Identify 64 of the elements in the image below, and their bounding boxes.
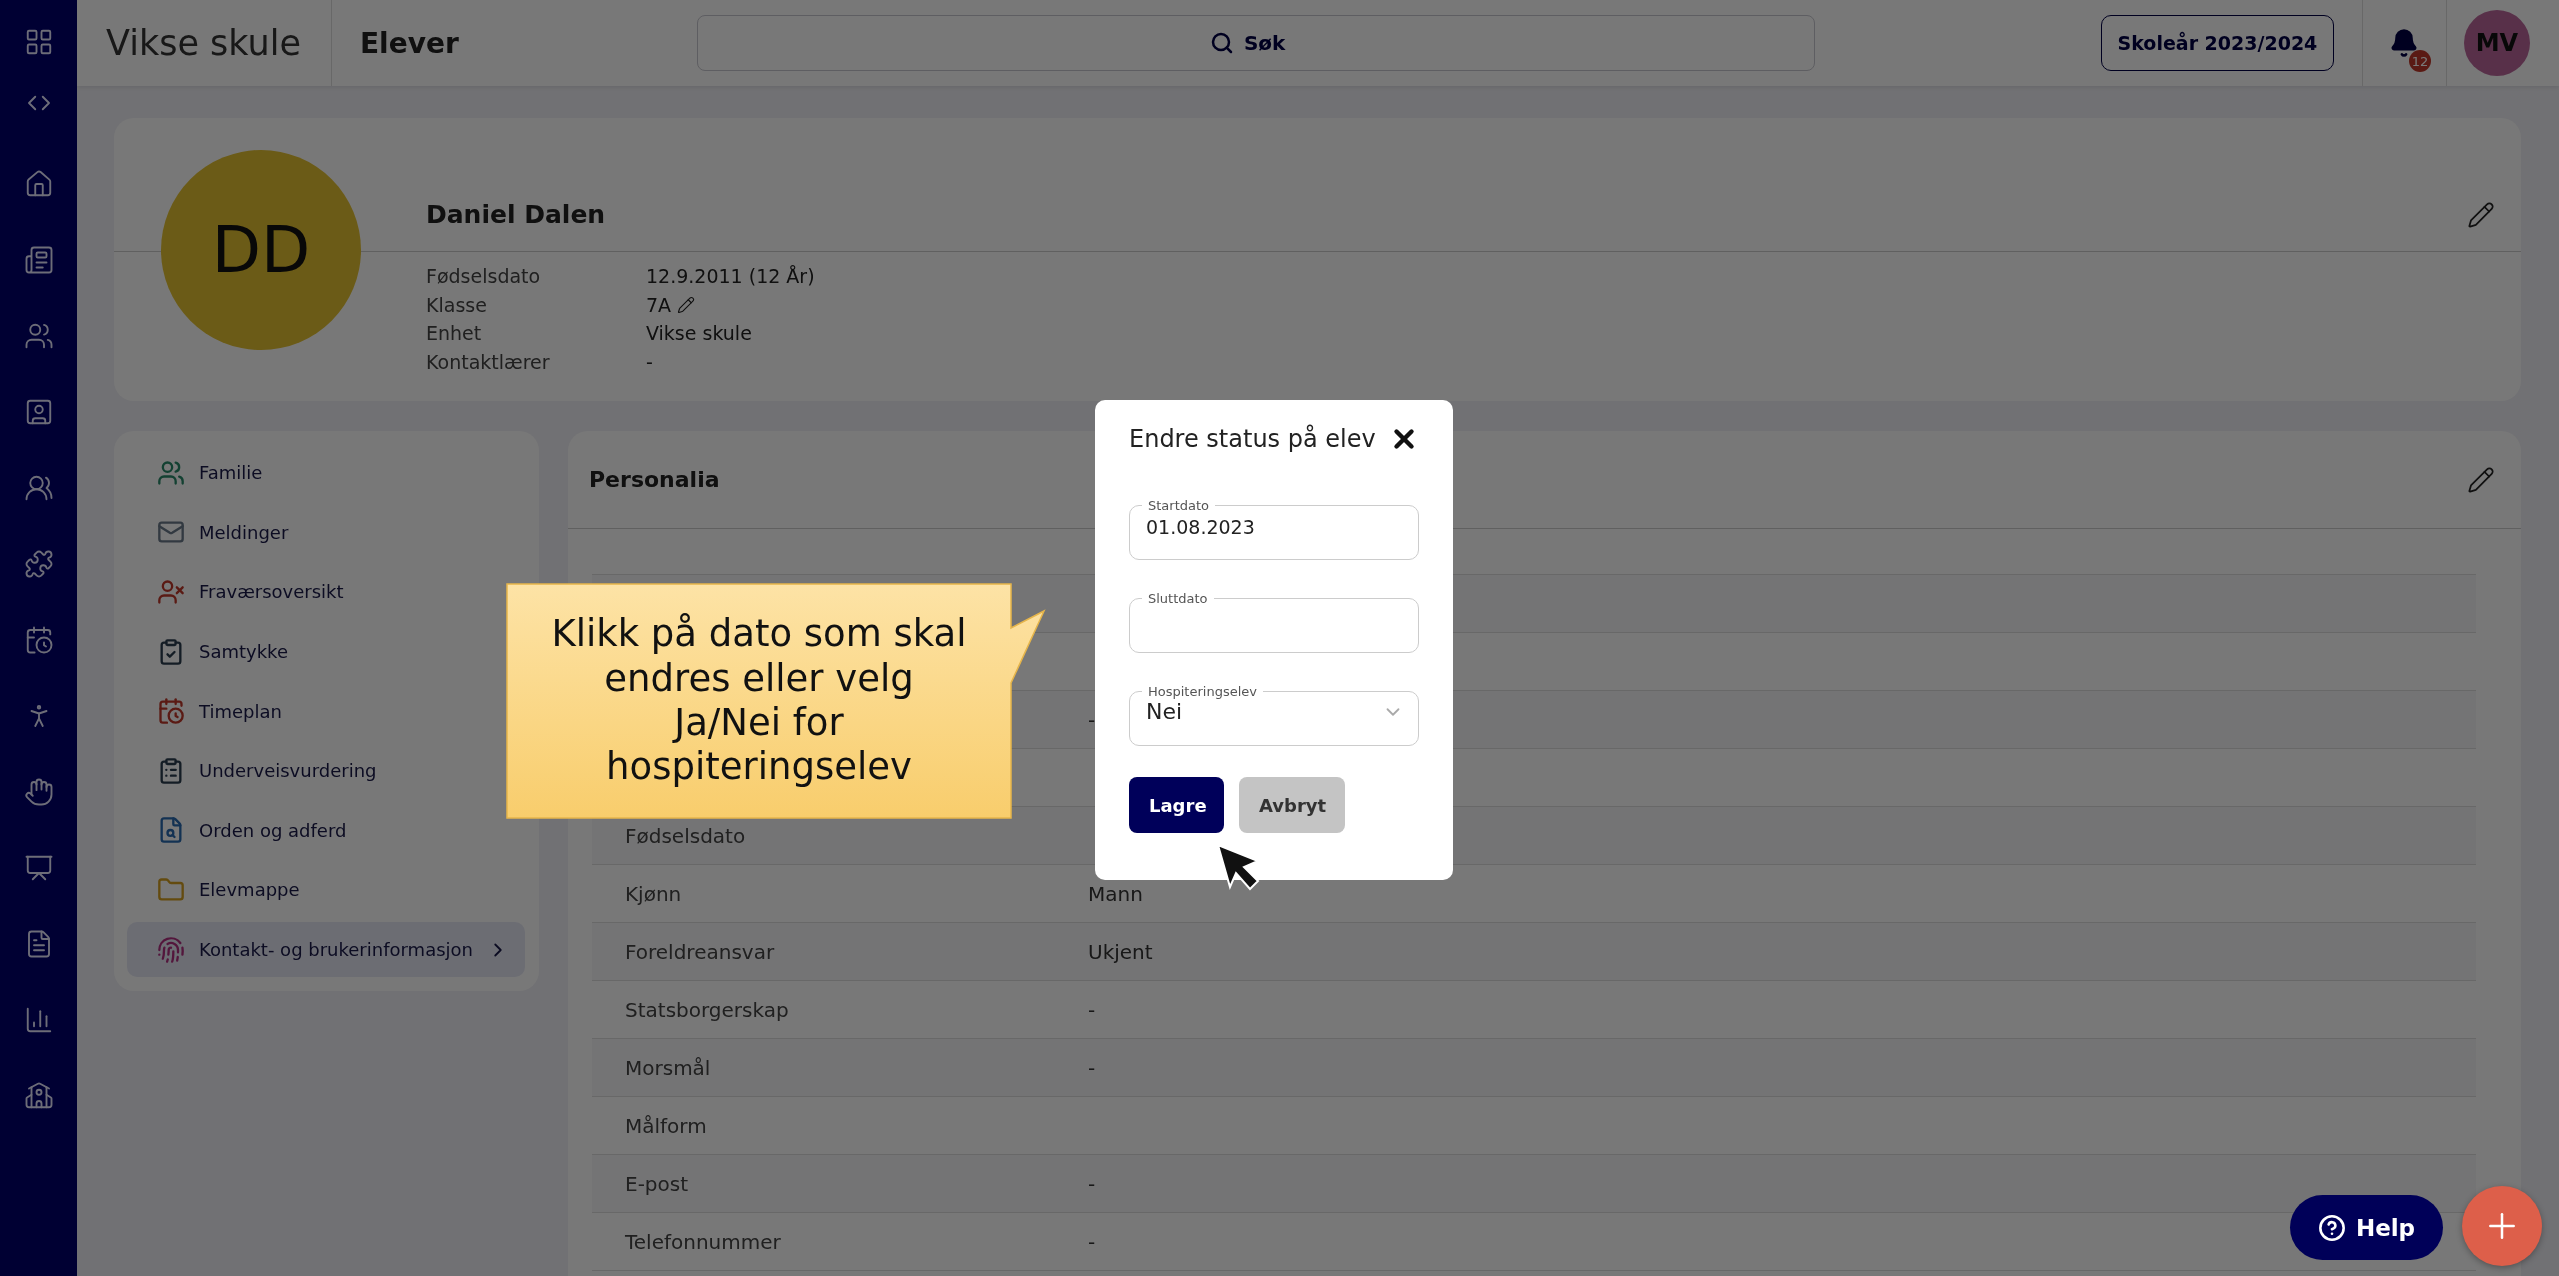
person-cross-icon bbox=[157, 578, 185, 606]
help-button[interactable]: Help bbox=[2290, 1195, 2443, 1260]
menu-item[interactable]: Orden og adferd bbox=[127, 802, 525, 859]
field-label: Hospiteringselev bbox=[1147, 684, 1258, 699]
detail-label: Fødselsdato bbox=[426, 265, 542, 288]
menu-item[interactable]: Familie bbox=[127, 445, 525, 501]
search-bar[interactable]: Søk bbox=[696, 15, 1815, 71]
search-icon bbox=[1209, 31, 1234, 55]
calendar-clock-icon bbox=[157, 697, 185, 726]
dialog-title: Endre status på elev bbox=[1129, 425, 1376, 453]
field-value: - bbox=[1088, 1171, 1096, 1196]
section-title: Personalia bbox=[589, 467, 720, 492]
edit-icon[interactable] bbox=[677, 295, 696, 314]
detail-label: Klasse bbox=[426, 293, 488, 316]
field-value: Mann bbox=[1088, 881, 1143, 906]
menu-item[interactable]: Meldinger bbox=[127, 504, 525, 561]
menu-item[interactable]: Elevmappe bbox=[127, 862, 525, 918]
field-value: Ukjent bbox=[1088, 939, 1153, 964]
date-input[interactable]: 01.08.2023 bbox=[1146, 513, 1404, 541]
school-year-button[interactable]: Skoleår 2023/2024 bbox=[2100, 15, 2334, 71]
field-label: Kjønn bbox=[625, 881, 682, 906]
callout-text: Klikk på dato som skal endres eller velg Ja/Nei for hospiteringselev bbox=[550, 611, 968, 791]
date-field[interactable]: Startdato 01.08.2023 bbox=[1129, 498, 1419, 560]
notification-badge: 12 bbox=[2408, 50, 2431, 72]
menu-item[interactable]: Samtykke bbox=[127, 623, 525, 680]
cancel-button[interactable]: Avbryt bbox=[1239, 777, 1345, 833]
detail-value: Vikse skule bbox=[646, 322, 752, 345]
menu-item[interactable]: Underveisvurdering bbox=[127, 742, 525, 799]
field-value: - bbox=[1088, 1055, 1096, 1080]
field-value: - bbox=[1088, 707, 1096, 732]
fingerprint-icon bbox=[157, 935, 185, 964]
detail-value: 7A bbox=[646, 293, 672, 316]
student-name: Daniel Dalen bbox=[426, 200, 606, 229]
school-name: Vikse skule bbox=[77, 0, 332, 86]
student-avatar: DD bbox=[161, 150, 361, 350]
date-field[interactable]: Sluttdato bbox=[1129, 591, 1419, 653]
folder-icon bbox=[157, 875, 185, 904]
field-label: E-post bbox=[625, 1171, 689, 1196]
detail-value: - bbox=[646, 350, 653, 373]
field-value: - bbox=[1088, 1229, 1096, 1254]
field-label: Morsmål bbox=[625, 1055, 711, 1080]
field-value: - bbox=[1088, 997, 1096, 1022]
field-label: Sluttdato bbox=[1147, 591, 1209, 606]
field-label: Målform bbox=[625, 1113, 707, 1138]
page-title: Elever bbox=[358, 26, 460, 60]
help-icon bbox=[2317, 1213, 2346, 1242]
field-label: Statsborgerskap bbox=[625, 997, 789, 1022]
detail-value: 12.9.2011 (12 År) bbox=[646, 265, 815, 288]
field-label: Foreldreansvar bbox=[625, 939, 775, 964]
edit-icon[interactable] bbox=[2467, 201, 2495, 229]
edit-icon[interactable] bbox=[2467, 465, 2495, 494]
field-label: Telefonnummer bbox=[625, 1229, 781, 1254]
field-label: Fødselsdato bbox=[625, 823, 746, 848]
detail-label: Kontaktlærer bbox=[426, 350, 551, 373]
detail-label: Enhet bbox=[426, 322, 483, 345]
search-input[interactable]: Søk bbox=[1241, 30, 1302, 56]
menu-item[interactable]: Fraværsoversikt bbox=[127, 564, 525, 620]
menu-item[interactable]: Timeplan bbox=[127, 683, 525, 739]
field-label: Startdato bbox=[1147, 498, 1211, 513]
family-icon bbox=[157, 458, 185, 487]
select-value: Nei bbox=[1146, 699, 1183, 724]
menu-item[interactable]: Kontakt- og brukerinformasjon bbox=[127, 921, 525, 978]
save-button[interactable]: Lagre bbox=[1129, 777, 1224, 833]
select-field[interactable]: Hospiteringselev Nei bbox=[1129, 684, 1419, 746]
